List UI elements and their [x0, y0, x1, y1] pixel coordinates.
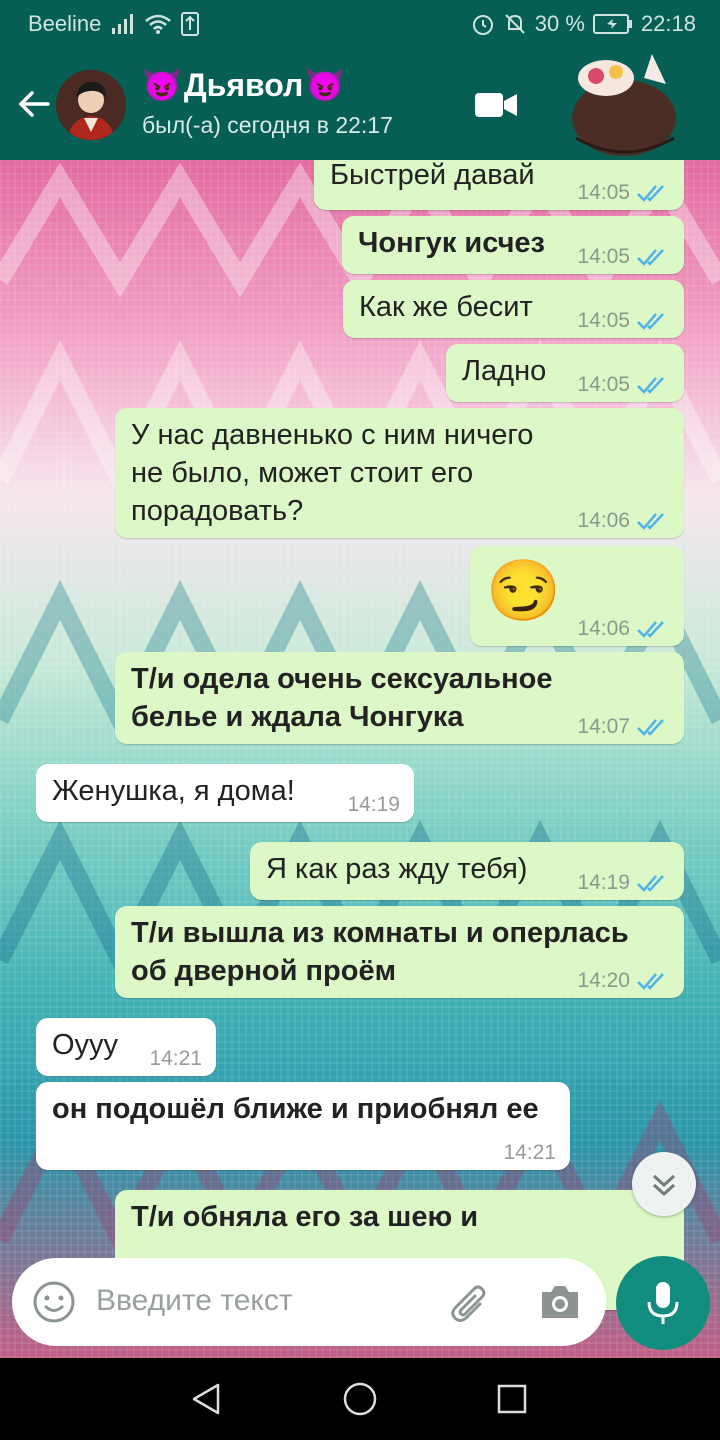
message-text: Т/и обняла его за шею и — [131, 1201, 479, 1233]
contact-name[interactable]: 😈 Дьявол 😈 — [142, 66, 345, 104]
message-time: 14:21 — [149, 1047, 202, 1070]
chat-header: 😈 Дьявол 😈 был(-а) сегодня в 22:17 — [0, 48, 720, 160]
message-text: Ладно — [462, 355, 547, 387]
contact-name-text: Дьявол — [183, 66, 304, 103]
message-incoming[interactable]: он подошёл ближе и приобнял ее 14:21 — [36, 1082, 570, 1170]
read-ticks-icon — [637, 513, 664, 530]
devil-emoji-right: 😈 — [305, 67, 346, 103]
message-line: Т/и одела очень сексуальное — [131, 663, 553, 695]
message-line: У нас давненько с ним ничего — [131, 419, 534, 451]
message-text: Как же бесит — [359, 291, 533, 323]
devil-emoji-left: 😈 — [142, 67, 182, 103]
battery-icon — [592, 14, 632, 34]
read-ticks-icon — [637, 973, 664, 990]
read-ticks-icon — [637, 875, 664, 892]
message-line: об дверной проём — [131, 955, 397, 987]
message-time: 14:05 — [577, 245, 630, 268]
message-outgoing[interactable]: У нас давненько с ним ничего не было, мо… — [115, 408, 684, 538]
microphone-icon — [647, 1282, 679, 1324]
read-ticks-icon — [637, 621, 664, 638]
message-outgoing[interactable]: Т/и вышла из комнаты и оперлась об дверн… — [115, 906, 684, 998]
last-seen-status: был(-а) сегодня в 22:17 — [142, 112, 393, 138]
message-time: 14:05 — [577, 181, 630, 204]
signal-icon — [112, 14, 134, 34]
message-outgoing-emoji[interactable]: 😏 14:06 — [470, 546, 684, 646]
chat-area[interactable]: Быстрей давай 14:05 Чонгук исчез 14:05 К… — [0, 160, 720, 1358]
message-time: 14:19 — [577, 871, 630, 894]
nav-recents-icon[interactable] — [496, 1383, 528, 1415]
message-text: он подошёл ближе и приобнял ее — [52, 1093, 539, 1125]
back-arrow-icon[interactable] — [14, 84, 54, 124]
emoji-icon[interactable] — [32, 1280, 76, 1324]
read-ticks-icon — [637, 377, 664, 394]
message-text: Чонгук исчез — [358, 227, 545, 259]
message-time: 14:05 — [577, 373, 630, 396]
wallpaper-pattern — [0, 162, 720, 1261]
message-outgoing[interactable]: Т/и одела очень сексуальное белье и ждал… — [115, 652, 684, 744]
message-outgoing[interactable]: Я как раз жду тебя) 14:19 — [250, 842, 684, 900]
voice-message-button[interactable] — [616, 1256, 710, 1350]
message-text: Оууу — [52, 1029, 119, 1061]
message-time: 14:20 — [577, 969, 630, 992]
clock: 22:18 — [640, 11, 696, 36]
message-text: Женушка, я дома! — [52, 775, 295, 807]
message-time: 14:06 — [577, 509, 630, 532]
message-line: порадовать? — [131, 495, 304, 527]
message-time: 14:07 — [577, 715, 630, 738]
message-line: Т/и вышла из комнаты и оперлась — [131, 917, 629, 949]
camera-icon[interactable] — [538, 1282, 582, 1322]
message-input-bar[interactable]: Введите текст — [12, 1258, 606, 1346]
status-bar: Beeline 30 % 22:18 — [0, 0, 720, 48]
message-incoming[interactable]: Женушка, я дома! 14:19 — [36, 764, 414, 822]
read-ticks-icon — [637, 313, 664, 330]
read-ticks-icon — [637, 719, 664, 736]
contact-avatar[interactable] — [56, 70, 126, 140]
carrier-label: Beeline — [28, 11, 102, 36]
message-time: 14:19 — [347, 793, 400, 816]
message-outgoing[interactable]: Чонгук исчез 14:05 — [342, 216, 684, 274]
system-nav-bar — [0, 1358, 720, 1440]
wifi-icon — [145, 14, 172, 34]
read-ticks-icon — [637, 185, 664, 202]
nav-back-icon[interactable] — [190, 1382, 224, 1416]
message-outgoing[interactable]: Быстрей давай 14:05 — [314, 160, 684, 210]
message-text-block: Т/и одела очень сексуальное белье и ждал… — [131, 660, 553, 736]
message-time: 14:21 — [503, 1141, 556, 1164]
attach-paperclip-icon[interactable] — [448, 1282, 492, 1326]
nav-home-icon[interactable] — [342, 1381, 378, 1417]
alarm-icon — [472, 15, 493, 35]
read-ticks-icon — [637, 249, 664, 266]
message-text-block: У нас давненько с ним ничего не было, мо… — [131, 416, 533, 530]
message-input[interactable]: Введите текст — [96, 1284, 293, 1318]
data-transfer-icon — [181, 12, 200, 36]
message-text: Быстрей давай — [330, 160, 535, 191]
message-incoming[interactable]: Оууу 14:21 — [36, 1018, 216, 1076]
message-outgoing[interactable]: Как же бесит 14:05 — [343, 280, 684, 338]
notifications-off-icon — [505, 14, 525, 34]
scroll-to-bottom-button[interactable] — [632, 1152, 696, 1216]
message-outgoing[interactable]: Ладно 14:05 — [446, 344, 684, 402]
message-text-block: Т/и вышла из комнаты и оперлась об дверн… — [131, 914, 629, 990]
double-chevron-down-icon — [652, 1174, 676, 1197]
battery-percent: 30 % — [534, 11, 585, 36]
message-time: 14:05 — [577, 309, 630, 332]
message-text: Я как раз жду тебя) — [266, 853, 528, 885]
sticker-decoration — [572, 54, 676, 156]
message-line: белье и ждала Чонгука — [131, 701, 464, 733]
video-call-icon[interactable] — [474, 90, 518, 120]
message-time: 14:06 — [577, 617, 630, 640]
message-line: не было, может стоит его — [131, 457, 474, 489]
emoji-smirk: 😏 — [486, 557, 561, 624]
